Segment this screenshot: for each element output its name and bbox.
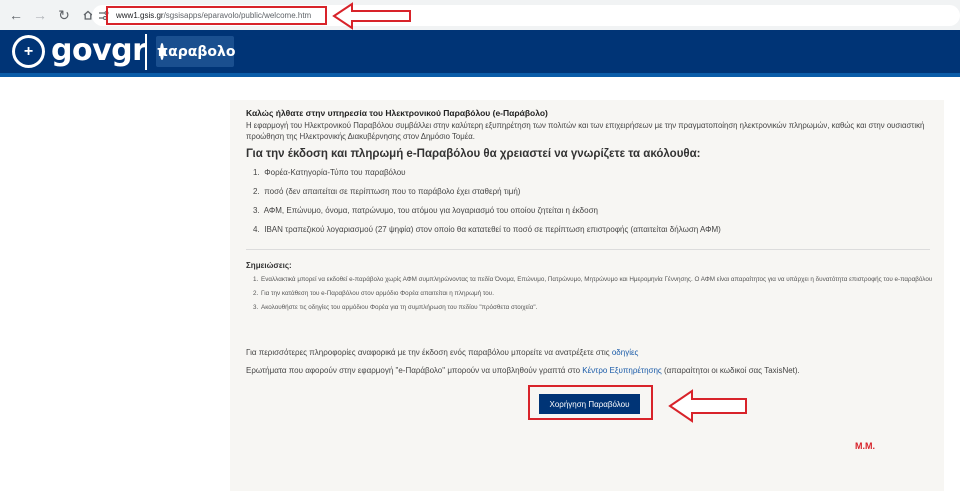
govgr-logo[interactable]: govgr	[51, 34, 147, 68]
list-item: 2. Για την κατάθεση του e-Παραβόλου στον …	[253, 290, 494, 297]
arrow-left-icon[interactable]: ←	[6, 5, 26, 25]
notes-list: 1. Εναλλακτικά μπορεί να εκδοθεί e-παράβο…	[253, 275, 943, 313]
header-accent-bar	[0, 73, 960, 77]
arrow-right-icon[interactable]: →	[30, 5, 50, 25]
url-highlight-box	[106, 6, 327, 25]
requirements-title: Για την έκδοση και πληρωμή e-Παραβόλου θ…	[246, 148, 701, 160]
paravolo-logo-text: παραβολο	[157, 43, 236, 60]
welcome-content: Καλώς ήλθατε στην υπηρεσία του Ηλεκτρονι…	[246, 108, 946, 239]
annotation-signature: Μ.Μ.	[855, 441, 875, 451]
list-item: 1. Φορέα-Κατηγορία-Τύπο του παραβόλου	[253, 168, 406, 177]
more-info-text: Για περισσότερες πληροφορίες αναφορικά μ…	[246, 348, 639, 357]
arrow-left-annotation-icon	[668, 389, 747, 423]
section-divider	[246, 249, 930, 250]
paravolo-logo[interactable]: παραβολο	[156, 36, 236, 67]
instructions-link[interactable]: οδηγίες	[612, 348, 639, 357]
list-item: 3. Ακολουθήστε τις οδηγίες του αρμόδιου Φ…	[253, 304, 538, 311]
list-item: 1. Εναλλακτικά μπορεί να εκδοθεί e-παράβο…	[253, 276, 933, 283]
greek-emblem-icon: +	[12, 35, 45, 68]
list-item: 2. ποσό (δεν απαιτείται σε περίπτωση που…	[253, 187, 521, 196]
arrow-left-annotation-icon	[332, 2, 411, 30]
list-item: 3. ΑΦΜ, Επώνυμο, όνομα, πατρώνυμο, του α…	[253, 206, 598, 215]
welcome-title: Καλώς ήλθατε στην υπηρεσία του Ηλεκτρονι…	[246, 108, 548, 118]
support-center-link[interactable]: Κέντρο Εξυπηρέτησης	[582, 366, 662, 375]
list-item: 4. IBAN τραπεζικού λογαριασμού (27 ψηφία…	[253, 225, 721, 234]
requirements-list: 1. Φορέα-Κατηγορία-Τύπο του παραβόλου 2.…	[246, 163, 946, 239]
notes-title: Σημειώσεις:	[246, 261, 292, 270]
reload-icon[interactable]: ↻	[54, 5, 74, 25]
issue-paravolo-button[interactable]: Χορήγηση Παραβόλου	[539, 394, 640, 414]
intro-text: Η εφαρμογή του Ηλεκτρονικού Παραβόλου συ…	[246, 121, 925, 141]
header-divider	[145, 34, 147, 70]
questions-text: Ερωτήματα που αφορούν στην εφαρμογή "e-Π…	[246, 366, 800, 375]
